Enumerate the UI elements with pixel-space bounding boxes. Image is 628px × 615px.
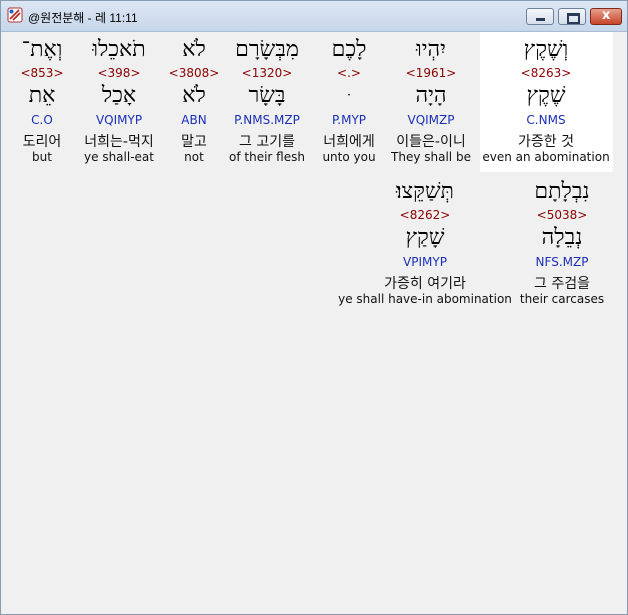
- strong-number[interactable]: <8262>: [355, 208, 495, 222]
- hebrew-surface: תְּשַׁקֵּצוּ׃: [396, 179, 454, 204]
- hebrew-surface: נִבְלָתָם: [534, 179, 590, 204]
- strong-number[interactable]: <853>: [0, 66, 112, 80]
- english-gloss: ye shall have-in abomination: [338, 292, 512, 306]
- korean-gloss: 가증히 여기라: [384, 276, 466, 292]
- maximize-button[interactable]: [558, 8, 586, 25]
- app-window: @원전분해 - 레 11:11 x וְשֶׁקֶץ <8263> שֶׁקֶץ…: [0, 0, 628, 615]
- hebrew-lemma: שָׁקַץ: [405, 225, 445, 250]
- close-icon: x: [602, 8, 611, 23]
- english-gloss: but: [32, 150, 52, 164]
- morphology-code: VPIMYP: [403, 255, 447, 269]
- maximize-icon: [567, 13, 580, 24]
- analysis-pane: וְשֶׁקֶץ <8263> שֶׁקֶץ C.NMS 가증한 것 even …: [1, 32, 627, 614]
- minimize-button[interactable]: [526, 8, 554, 25]
- close-button[interactable]: x: [590, 8, 622, 25]
- hebrew-surface: וְאֶת־: [21, 37, 63, 62]
- title-bar[interactable]: @원전분해 - 레 11:11 x: [1, 1, 627, 32]
- strong-number[interactable]: <5038>: [492, 208, 628, 222]
- hebrew-lemma: אֵת: [28, 83, 56, 108]
- app-icon: [7, 7, 23, 23]
- window-title: @원전분해 - 레 11:11: [28, 11, 138, 25]
- minimize-icon: [536, 18, 545, 21]
- morphology-code: C.O: [31, 113, 53, 127]
- morphology-code: NFS.MZP: [535, 255, 589, 269]
- hebrew-lemma: נְבֵלָה: [541, 225, 583, 250]
- korean-gloss: 도리어: [22, 134, 62, 150]
